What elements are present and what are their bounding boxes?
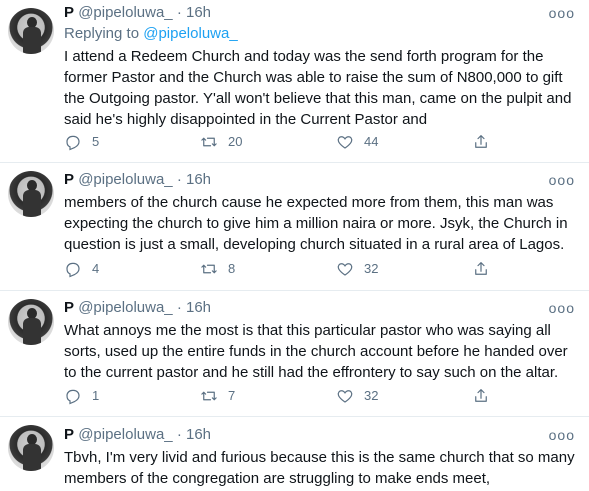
mention-link[interactable]: @pipeloluwa_ <box>143 25 237 42</box>
separator-dot: · <box>176 4 182 21</box>
like-count: 32 <box>364 388 379 403</box>
retweet-count: 20 <box>228 134 243 149</box>
timestamp[interactable]: 16h <box>186 4 211 21</box>
separator-dot: · <box>176 299 182 316</box>
separator-dot: · <box>176 171 182 188</box>
display-name[interactable]: P <box>64 299 74 316</box>
retweet-count: 8 <box>228 261 236 276</box>
tweet-actions: 4 8 32 <box>64 260 534 280</box>
retweet-button[interactable]: 8 <box>200 260 235 278</box>
tweet-2[interactable]: P @pipeloluwa_ · 16h ooo members of the … <box>0 163 589 288</box>
like-button[interactable]: 44 <box>336 133 378 151</box>
avatar-figure-body <box>23 444 41 471</box>
avatar-figure-body <box>23 190 41 217</box>
reply-icon <box>66 389 80 405</box>
like-icon <box>337 390 353 403</box>
replying-to-label: Replying to <box>64 25 140 42</box>
avatar[interactable] <box>8 171 54 217</box>
avatar-figure-body <box>23 27 41 54</box>
reply-count: 1 <box>92 388 100 403</box>
more-icon[interactable]: ooo <box>549 425 575 445</box>
retweet-button[interactable]: 7 <box>200 387 235 405</box>
retweet-count: 7 <box>228 388 236 403</box>
user-handle[interactable]: @pipeloluwa_ <box>78 171 172 188</box>
user-handle[interactable]: @pipeloluwa_ <box>78 299 172 316</box>
tweet-actions: 1 7 32 <box>64 387 534 407</box>
retweet-icon <box>201 137 217 147</box>
display-name[interactable]: P <box>64 426 74 443</box>
display-name[interactable]: P <box>64 171 74 188</box>
replying-to: Replying to @pipeloluwa_ <box>64 24 238 44</box>
timestamp[interactable]: 16h <box>186 426 211 443</box>
tweet-actions: 5 20 44 <box>64 133 534 153</box>
avatar-figure-body <box>23 318 41 345</box>
like-count: 44 <box>364 134 379 149</box>
display-name[interactable]: P <box>64 4 74 21</box>
avatar[interactable] <box>8 8 54 54</box>
tweet-4[interactable]: P @pipeloluwa_ · 16h ooo Tbvh, I'm very … <box>0 417 589 491</box>
tweet-3[interactable]: P @pipeloluwa_ · 16h ooo What annoys me … <box>0 291 589 415</box>
timestamp[interactable]: 16h <box>186 171 211 188</box>
tweet-text: What annoys me the most is that this par… <box>64 322 568 381</box>
retweet-icon <box>201 391 217 401</box>
share-icon <box>475 389 487 402</box>
reply-count: 5 <box>92 134 100 149</box>
tweet-header: P @pipeloluwa_ · 16h <box>64 170 211 190</box>
like-button[interactable]: 32 <box>336 387 378 405</box>
more-icon[interactable]: ooo <box>549 3 575 23</box>
reply-button[interactable]: 5 <box>64 133 99 151</box>
avatar[interactable] <box>8 425 54 471</box>
share-icon <box>475 135 487 148</box>
reply-button[interactable]: 1 <box>64 387 99 405</box>
tweet-1[interactable]: P @pipeloluwa_ · 16h ooo Replying to @pi… <box>0 0 589 161</box>
tweet-text: members of the church cause he expected … <box>64 194 568 253</box>
like-icon <box>337 136 353 149</box>
share-button[interactable] <box>472 133 500 151</box>
retweet-button[interactable]: 20 <box>200 133 242 151</box>
like-icon <box>337 263 353 276</box>
timestamp[interactable]: 16h <box>186 299 211 316</box>
tweet-header: P @pipeloluwa_ · 16h <box>64 298 211 318</box>
like-button[interactable]: 32 <box>336 260 378 278</box>
separator-dot: · <box>176 426 182 443</box>
tweet-header: P @pipeloluwa_ · 16h <box>64 3 211 23</box>
share-button[interactable] <box>472 387 500 405</box>
like-count: 32 <box>364 261 379 276</box>
tweet-header: P @pipeloluwa_ · 16h <box>64 425 211 445</box>
reply-count: 4 <box>92 261 100 276</box>
share-button[interactable] <box>472 260 500 278</box>
reply-icon <box>66 135 80 151</box>
share-icon <box>475 262 487 275</box>
retweet-icon <box>201 264 217 274</box>
tweet-text: I attend a Redeem Church and today was t… <box>64 48 572 128</box>
user-handle[interactable]: @pipeloluwa_ <box>78 4 172 21</box>
user-handle[interactable]: @pipeloluwa_ <box>78 426 172 443</box>
avatar[interactable] <box>8 299 54 345</box>
tweet-text: Tbvh, I'm very livid and furious because… <box>64 449 575 487</box>
reply-button[interactable]: 4 <box>64 260 99 278</box>
reply-icon <box>66 262 80 278</box>
more-icon[interactable]: ooo <box>549 170 575 190</box>
more-icon[interactable]: ooo <box>549 298 575 318</box>
